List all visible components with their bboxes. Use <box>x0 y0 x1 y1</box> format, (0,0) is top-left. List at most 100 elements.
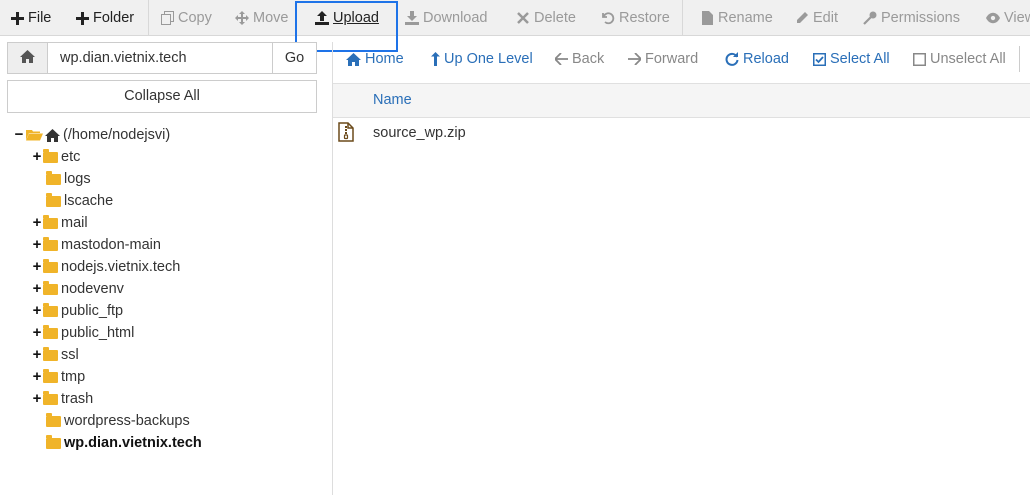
tree-item[interactable]: + public_ftp <box>14 300 324 322</box>
home-directory-button[interactable] <box>8 43 48 73</box>
folder-icon <box>43 280 58 295</box>
nav-divider <box>1019 46 1020 72</box>
new-folder-button[interactable]: Folder <box>75 0 134 35</box>
table-row[interactable]: source_wp.zip <box>333 120 1030 146</box>
restore-button[interactable]: Restore <box>601 0 670 35</box>
tree-item-label: etc <box>61 149 81 165</box>
collapse-toggle-icon[interactable]: − <box>14 124 24 146</box>
expand-toggle-icon[interactable]: + <box>32 388 42 410</box>
file-name: source_wp.zip <box>373 125 466 141</box>
rename-button[interactable]: Rename <box>700 0 773 35</box>
edit-button[interactable]: Edit <box>795 0 838 35</box>
download-icon <box>405 11 419 25</box>
tree-item[interactable]: + tmp <box>14 366 324 388</box>
toolbar-divider <box>148 0 149 35</box>
expand-toggle-icon[interactable]: + <box>32 366 42 388</box>
navigation-bar: Home Up One Level Back Forward Reload Se… <box>333 42 1030 76</box>
checkbox-empty-icon <box>913 52 926 66</box>
expand-toggle-icon[interactable]: + <box>32 278 42 300</box>
tree-item[interactable]: wordpress-backups <box>14 410 324 432</box>
key-icon <box>863 11 877 25</box>
undo-icon <box>601 11 615 25</box>
tree-item[interactable]: lscache <box>14 190 324 212</box>
path-input[interactable] <box>48 43 272 73</box>
new-file-button[interactable]: File <box>10 0 51 35</box>
home-icon <box>346 52 361 66</box>
name-column-header[interactable]: Name <box>373 84 412 117</box>
move-icon <box>235 11 249 25</box>
folder-icon <box>43 302 58 317</box>
view-button[interactable]: View <box>986 0 1030 35</box>
collapse-all-button[interactable]: Collapse All <box>7 80 317 113</box>
tree-item[interactable]: + mail <box>14 212 324 234</box>
eye-icon <box>986 11 1000 25</box>
folder-icon <box>43 148 58 163</box>
expand-toggle-icon[interactable]: + <box>32 256 42 278</box>
tree-item[interactable]: + nodejs.vietnix.tech <box>14 256 324 278</box>
tree-item-label: logs <box>64 171 91 187</box>
tree-item-label: wordpress-backups <box>64 413 190 429</box>
tree-children: + etc logs lscache + mail + mastodon-main + nodej… <box>14 146 324 454</box>
move-button[interactable]: Move <box>235 0 288 35</box>
expand-toggle-icon[interactable]: + <box>32 212 42 234</box>
expand-toggle-icon[interactable]: + <box>32 322 42 344</box>
tree-item[interactable]: + mastodon-main <box>14 234 324 256</box>
reload-button[interactable]: Reload <box>725 42 789 76</box>
tree-item-label: tmp <box>61 369 86 385</box>
copy-button[interactable]: Copy <box>160 0 212 35</box>
tree-item-label: mastodon-main <box>61 237 161 253</box>
up-one-level-button[interactable]: Up One Level <box>431 42 533 76</box>
level-up-icon <box>431 52 440 66</box>
tree-item-label: public_ftp <box>61 303 124 319</box>
tree-item-label: public_html <box>61 325 135 341</box>
upload-button[interactable]: Upload <box>315 0 379 35</box>
tree-item[interactable]: + ssl <box>14 344 324 366</box>
unselect-all-button[interactable]: Unselect All <box>913 42 1006 76</box>
delete-button[interactable]: Delete <box>516 0 576 35</box>
nav-home-button[interactable]: Home <box>346 42 404 76</box>
download-button[interactable]: Download <box>405 0 488 35</box>
expand-toggle-icon[interactable]: + <box>32 344 42 366</box>
folder-icon <box>43 390 58 405</box>
permissions-button[interactable]: Permissions <box>863 0 960 35</box>
tree-root[interactable]: − (/home/nodejsvi) <box>14 124 324 146</box>
tree-item[interactable]: + trash <box>14 388 324 410</box>
pencil-icon <box>795 11 809 25</box>
tree-item[interactable]: wp.dian.vietnix.tech <box>14 432 324 454</box>
close-icon <box>516 11 530 25</box>
home-icon <box>45 128 60 142</box>
folder-icon <box>43 214 58 229</box>
folder-icon <box>46 434 61 449</box>
arrow-right-icon <box>628 53 641 65</box>
forward-button[interactable]: Forward <box>628 42 698 76</box>
tree-item-label: nodejs.vietnix.tech <box>61 259 181 275</box>
folder-open-icon <box>26 129 43 141</box>
expand-toggle-icon[interactable]: + <box>32 234 42 256</box>
upload-icon <box>315 11 329 25</box>
tree-item-label: wp.dian.vietnix.tech <box>64 435 202 451</box>
arrow-left-icon <box>555 53 568 65</box>
checkbox-checked-icon <box>813 52 826 66</box>
folder-icon <box>43 258 58 273</box>
folder-icon <box>46 170 61 185</box>
directory-tree: − (/home/nodejsvi) + etc logs lscache + mail +… <box>14 124 324 454</box>
tree-item[interactable]: + public_html <box>14 322 324 344</box>
zip-file-icon <box>338 122 354 145</box>
folder-icon <box>46 412 61 427</box>
copy-icon <box>160 11 174 25</box>
tree-item-label: trash <box>61 391 94 407</box>
toolbar: File Folder Copy Move Upload Download De… <box>0 0 1030 36</box>
tree-root-label: (/home/nodejsvi) <box>63 127 171 143</box>
tree-item[interactable]: + etc <box>14 146 324 168</box>
reload-icon <box>725 52 739 66</box>
tree-item[interactable]: logs <box>14 168 324 190</box>
tree-item[interactable]: + nodevenv <box>14 278 324 300</box>
file-icon <box>700 11 714 25</box>
back-button[interactable]: Back <box>555 42 604 76</box>
expand-toggle-icon[interactable]: + <box>32 146 42 168</box>
tree-item-label: ssl <box>61 347 79 363</box>
go-button[interactable]: Go <box>272 43 316 73</box>
tree-item-label: nodevenv <box>61 281 124 297</box>
select-all-button[interactable]: Select All <box>813 42 890 76</box>
expand-toggle-icon[interactable]: + <box>32 300 42 322</box>
